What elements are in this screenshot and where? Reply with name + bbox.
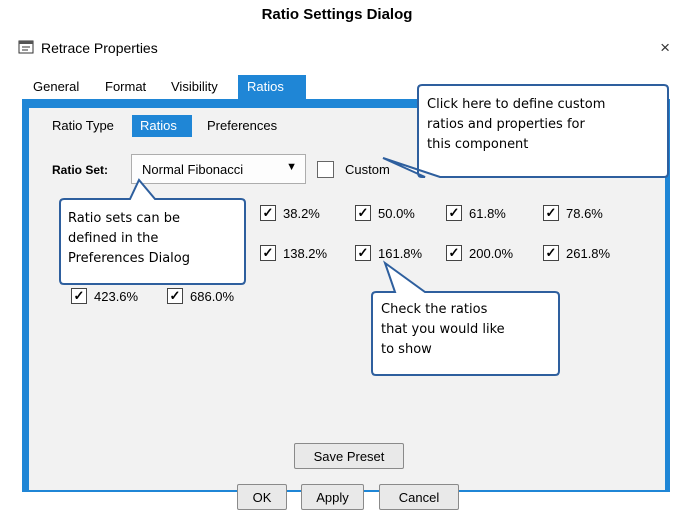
ratio-sets-callout: Ratio sets can be defined in the Prefere…: [68, 209, 190, 269]
ratio-sets-callout-line: Preferences Dialog: [68, 251, 190, 266]
custom-callout-line: this component: [427, 137, 529, 152]
ratio-sets-callout-line: defined in the: [68, 231, 159, 246]
custom-callout-line: ratios and properties for: [427, 117, 585, 132]
check-callout-line: that you would like: [381, 322, 505, 337]
custom-callout-line: Click here to define custom: [427, 97, 606, 112]
ratio-sets-callout-line: Ratio sets can be: [68, 211, 181, 226]
check-callout-line: to show: [381, 342, 432, 357]
custom-callout: Click here to define custom ratios and p…: [427, 95, 605, 155]
check-callout-line: Check the ratios: [381, 302, 488, 317]
check-callout: Check the ratios that you would like to …: [381, 300, 505, 360]
